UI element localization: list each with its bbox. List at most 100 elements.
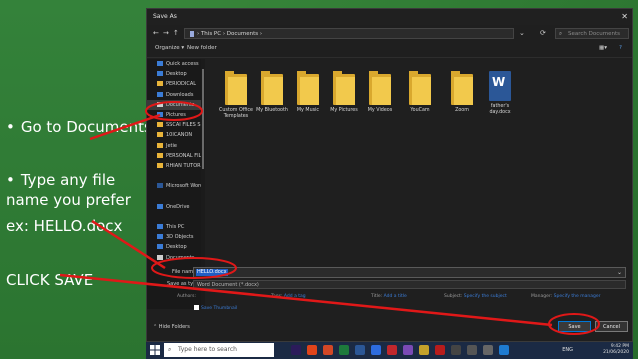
nav-item-label: Quick access bbox=[166, 61, 199, 67]
document-icon bbox=[157, 101, 163, 107]
folder-icon bbox=[157, 162, 163, 168]
nav-item[interactable]: Quick access bbox=[147, 59, 201, 69]
save-type-row: Save as type: Word Document (*.docx) bbox=[147, 280, 634, 290]
folder-item[interactable]: Zoom bbox=[443, 71, 481, 114]
cloud-icon bbox=[157, 203, 163, 209]
instruction-example: ex: HELLO.docx bbox=[6, 217, 123, 235]
nav-item bbox=[147, 191, 201, 201]
up-arrow-icon[interactable]: ↑ bbox=[173, 29, 179, 37]
file-explorer-icon[interactable] bbox=[419, 345, 429, 355]
manager-field[interactable]: Manager: Specify the manager bbox=[531, 294, 600, 299]
chevron-down-icon[interactable]: ⌄ bbox=[617, 269, 622, 276]
nav-item-label: PERIODICAL bbox=[166, 81, 197, 88]
dropdown-chevron-icon[interactable]: ⌄ bbox=[519, 29, 525, 37]
nav-item[interactable]: Jetie bbox=[147, 141, 201, 151]
dialog-toolbar: Organize ▾ New folder ▦▾ ? bbox=[147, 43, 632, 58]
nav-item[interactable]: Downloads bbox=[147, 90, 201, 100]
nav-item[interactable]: PERSONAL FILES bbox=[147, 151, 201, 161]
back-arrow-icon[interactable]: ← bbox=[153, 29, 159, 37]
folder-item[interactable]: My Music bbox=[289, 71, 327, 114]
title-field[interactable]: Title: Add a title bbox=[371, 294, 407, 299]
folder-item[interactable]: YouCam bbox=[401, 71, 439, 114]
folder-item[interactable]: My Videos bbox=[361, 71, 399, 114]
nav-item[interactable]: OneDrive bbox=[147, 202, 201, 212]
nav-item[interactable]: 3D Objects bbox=[147, 232, 201, 242]
search-icon: ⌕ bbox=[559, 31, 563, 37]
app-icon[interactable] bbox=[483, 345, 493, 355]
file-name-value: HELLO.docx bbox=[196, 269, 228, 276]
help-icon[interactable]: ? bbox=[619, 45, 622, 51]
refresh-icon[interactable]: ⟳ bbox=[540, 29, 546, 37]
app-icon[interactable] bbox=[467, 345, 477, 355]
file-label: My Videos bbox=[367, 108, 393, 113]
folder-item[interactable]: My Bluetooth bbox=[253, 71, 291, 114]
desktop-icon bbox=[157, 244, 163, 250]
nav-item[interactable]: Desktop bbox=[147, 69, 201, 79]
save-thumbnail-checkbox[interactable]: Save Thumbnail bbox=[194, 305, 237, 311]
zoom-app-icon[interactable] bbox=[371, 345, 381, 355]
folder-item[interactable]: Custom Office Templates bbox=[217, 71, 255, 120]
folder-icon bbox=[225, 71, 247, 105]
word-document-item[interactable]: Wfather's day.docx bbox=[481, 71, 519, 116]
file-label: Zoom bbox=[455, 108, 469, 113]
nav-item[interactable]: Microsoft Word bbox=[147, 181, 201, 191]
taskbar-search-input[interactable]: ⌕ Type here to search bbox=[164, 343, 274, 357]
file-list: Custom Office Templates My Bluetooth My Mu… bbox=[207, 61, 627, 261]
search-input[interactable]: ⌕ Search Documents bbox=[555, 28, 629, 39]
pdf-app-icon[interactable] bbox=[435, 345, 445, 355]
forward-arrow-icon[interactable]: → bbox=[163, 29, 169, 37]
nav-item-label: Documents bbox=[166, 254, 195, 261]
hide-folders-button[interactable]: ⌃ Hide Folders bbox=[153, 324, 190, 330]
folder-icon bbox=[409, 71, 431, 105]
clock[interactable]: 9:42 PM 21/06/2020 bbox=[603, 344, 629, 356]
windows-start-icon[interactable] bbox=[150, 345, 160, 355]
file-label: My Pictures bbox=[330, 108, 358, 113]
nav-item[interactable]: This PC bbox=[147, 222, 201, 232]
nav-item-label: 3D Objects bbox=[166, 234, 194, 241]
cancel-button[interactable]: Cancel bbox=[595, 321, 628, 332]
powerpoint-app-icon[interactable] bbox=[323, 345, 333, 355]
nav-item bbox=[147, 171, 201, 181]
nav-item[interactable]: Documents bbox=[147, 99, 201, 110]
organize-menu[interactable]: Organize ▾ bbox=[155, 45, 184, 51]
word-app-icon[interactable] bbox=[355, 345, 365, 355]
new-folder-button[interactable]: New folder bbox=[187, 45, 217, 51]
instruction-type-filename: • Type any file name you prefer bbox=[6, 171, 131, 209]
close-icon[interactable]: ✕ bbox=[621, 9, 628, 25]
nav-item-label: Pictures bbox=[166, 111, 186, 118]
file-name-input[interactable]: HELLO.docx ⌄ bbox=[193, 267, 626, 278]
folder-icon bbox=[157, 132, 163, 138]
app-icon[interactable] bbox=[499, 345, 509, 355]
computer-icon bbox=[157, 224, 163, 229]
nav-item[interactable]: RHIAN TUTORIA bbox=[147, 161, 201, 171]
folder-icon bbox=[157, 142, 163, 148]
nav-item[interactable]: 10ICANON bbox=[147, 130, 201, 140]
nav-item[interactable]: SSCAI FILES S bbox=[147, 120, 201, 130]
photoshop-app-icon[interactable] bbox=[291, 345, 301, 355]
save-type-select[interactable]: Word Document (*.docx) bbox=[193, 280, 626, 289]
view-options-icon[interactable]: ▦▾ bbox=[599, 45, 607, 51]
folder-icon bbox=[261, 71, 283, 105]
nav-item-label: Microsoft Word bbox=[166, 183, 201, 190]
word-icon bbox=[157, 183, 163, 189]
dialog-titlebar: Save As ✕ bbox=[147, 9, 632, 25]
nav-item[interactable]: Pictures bbox=[147, 110, 201, 120]
address-bar[interactable]: › This PC › Documents › bbox=[184, 28, 514, 39]
folder-item[interactable]: My Pictures bbox=[325, 71, 363, 114]
app-icon[interactable] bbox=[403, 345, 413, 355]
save-button[interactable]: Save bbox=[558, 321, 591, 332]
nav-scroll-thumb[interactable] bbox=[202, 69, 204, 169]
folder-icon bbox=[451, 71, 473, 105]
app-icon[interactable] bbox=[451, 345, 461, 355]
subject-field[interactable]: Subject: Specify the subject bbox=[444, 294, 507, 299]
nav-item[interactable]: Desktop bbox=[147, 242, 201, 252]
taskbar: ⌕ Type here to search ENG 9:42 PM 21/06/… bbox=[146, 342, 633, 359]
nav-item[interactable]: PERIODICAL bbox=[147, 79, 201, 89]
excel-app-icon[interactable] bbox=[339, 345, 349, 355]
opera-app-icon[interactable] bbox=[387, 345, 397, 355]
nav-item[interactable]: Documents bbox=[147, 253, 201, 263]
tags-field[interactable]: Tags: Add a tag bbox=[271, 294, 306, 299]
language-indicator[interactable]: ENG bbox=[562, 347, 573, 353]
chrome-app-icon[interactable] bbox=[307, 345, 317, 355]
